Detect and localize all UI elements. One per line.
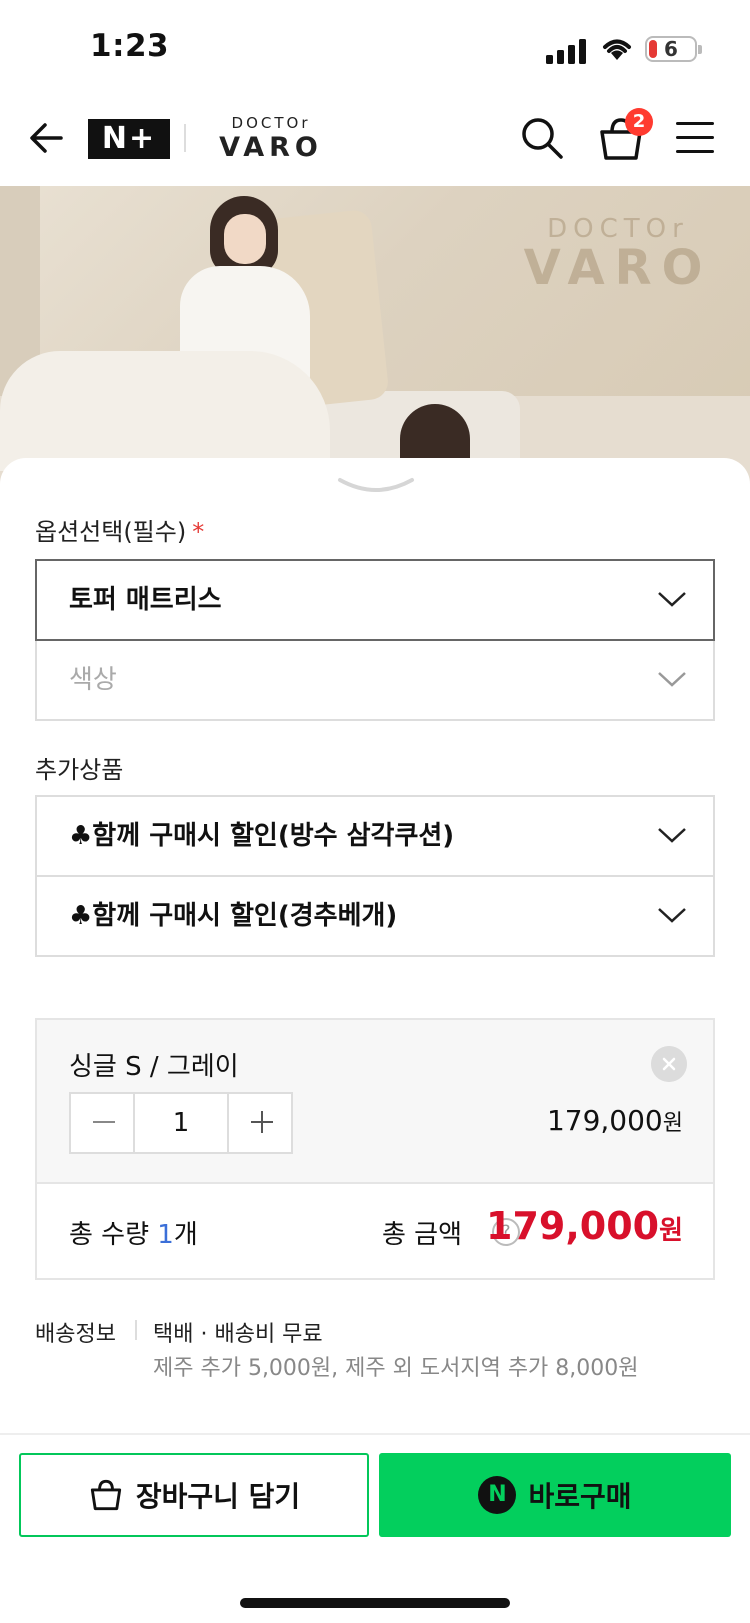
sheet-collapse-chevron-icon[interactable] <box>336 476 416 498</box>
cart-count-badge: 2 <box>625 108 653 136</box>
quantity-decrease-button[interactable] <box>71 1094 135 1152</box>
addon-select-pillow[interactable]: ♣함께 구매시 할인(경추베개) <box>35 875 715 957</box>
total-summary-row: 총 수량 1개 총 금액 ? 179,000원 <box>37 1184 713 1278</box>
status-time: 1:23 <box>90 28 170 64</box>
selected-option-card: 싱글 S / 그레이 1 179,000원 총 수량 1개 총 금액 ? 179… <box>35 1018 715 1280</box>
chevron-down-icon <box>658 672 686 687</box>
quantity-value[interactable]: 1 <box>135 1094 227 1152</box>
chevron-down-icon <box>658 908 686 923</box>
battery-icon: 6 <box>645 36 697 62</box>
naver-pay-icon: N <box>478 1476 517 1514</box>
color-select[interactable]: 색상 <box>35 639 715 721</box>
arrow-left-icon[interactable] <box>25 116 69 160</box>
shipping-method: 택배 · 배송비 무료 <box>153 1322 323 1347</box>
total-quantity-value: 1 <box>157 1220 174 1250</box>
battery-tip <box>698 45 702 54</box>
shipping-divider <box>135 1320 137 1340</box>
buy-now-label: 바로구매 <box>528 1480 632 1513</box>
bottom-bar-divider <box>0 1433 750 1435</box>
option-price: 179,000원 <box>547 1104 683 1137</box>
buy-now-button[interactable]: N 바로구매 <box>379 1453 731 1537</box>
cellular-signal-icon <box>546 38 588 64</box>
chevron-down-icon <box>658 828 686 843</box>
naver-plus-logo[interactable]: N+ <box>88 119 170 159</box>
hero-brand-top: DOCTOr <box>547 214 689 244</box>
battery-level: 6 <box>664 37 678 61</box>
addon-select-cushion[interactable]: ♣함께 구매시 할인(방수 삼각쿠션) <box>35 795 715 877</box>
add-to-cart-label: 장바구니 담기 <box>135 1480 301 1513</box>
quantity-stepper: 1 <box>69 1092 293 1154</box>
addon-pillow-label: ♣함께 구매시 할인(경추베개) <box>69 901 398 931</box>
total-amount-value: 179,000 <box>486 1204 660 1248</box>
brand-logo-bottom: VARO <box>219 132 323 163</box>
color-select-placeholder: 색상 <box>69 665 117 695</box>
hamburger-menu-icon[interactable] <box>676 120 716 156</box>
quantity-increase-button[interactable] <box>227 1094 291 1152</box>
home-indicator <box>240 1598 510 1608</box>
brand-logo-top: DOCTOr <box>231 114 311 132</box>
addon-section-label: 추가상품 <box>35 756 124 784</box>
minus-icon <box>93 1121 115 1123</box>
selected-option-name: 싱글 S / 그레이 <box>69 1052 239 1082</box>
chevron-down-icon <box>658 592 686 607</box>
total-amount-unit: 원 <box>659 1216 683 1246</box>
close-icon[interactable] <box>651 1046 687 1082</box>
status-bar: 1:23 6 <box>0 0 750 100</box>
selected-option-row: 싱글 S / 그레이 1 179,000원 <box>37 1020 713 1184</box>
total-amount: 179,000원 <box>486 1204 683 1248</box>
shopping-basket-icon <box>90 1479 121 1511</box>
option-section-title: 옵션선택(필수) <box>35 518 187 546</box>
search-icon[interactable] <box>518 114 566 162</box>
total-quantity-label: 총 수량 <box>69 1220 158 1250</box>
logo-divider <box>184 124 186 152</box>
add-to-cart-button[interactable]: 장바구니 담기 <box>19 1453 369 1537</box>
option-price-value: 179,000 <box>546 1104 663 1137</box>
purchase-option-sheet: 옵션선택(필수) * 토퍼 매트리스 색상 추가상품 ♣함께 구매시 할인(방수 … <box>0 458 750 1623</box>
brand-logo[interactable]: DOCTOr VARO <box>215 114 327 163</box>
total-quantity: 총 수량 1개 <box>69 1214 198 1251</box>
hero-brand-watermark: DOCTOr VARO <box>518 216 718 292</box>
product-type-select[interactable]: 토퍼 매트리스 <box>35 559 715 641</box>
option-price-unit: 원 <box>662 1111 683 1136</box>
total-amount-label: 총 금액 <box>382 1220 463 1250</box>
option-section-label: 옵션선택(필수) * <box>35 512 204 547</box>
product-hero-image: DOCTOr VARO <box>0 186 750 486</box>
total-quantity-unit: 개 <box>173 1220 198 1250</box>
required-mark: * <box>192 518 205 546</box>
addon-cushion-label: ♣함께 구매시 할인(방수 삼각쿠션) <box>69 821 455 851</box>
shipping-label: 배송정보 <box>35 1322 116 1347</box>
wifi-icon <box>603 39 631 60</box>
product-type-value: 토퍼 매트리스 <box>69 585 222 615</box>
hero-brand-bottom: VARO <box>523 240 713 296</box>
shipping-extra-fee: 제주 추가 5,000원, 제주 외 도서지역 추가 8,000원 <box>153 1356 639 1381</box>
